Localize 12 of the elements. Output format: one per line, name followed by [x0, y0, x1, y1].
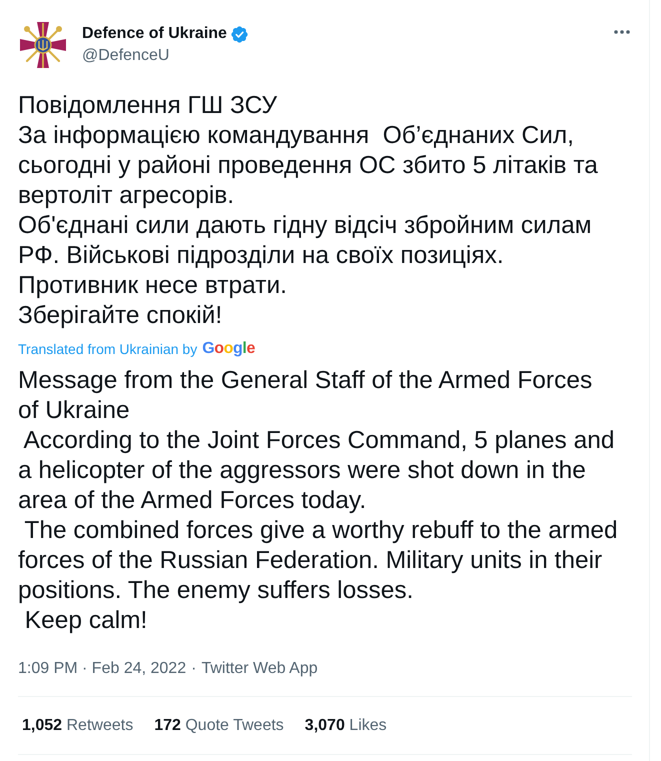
- stat-link[interactable]: 1,052 Retweets: [22, 716, 134, 736]
- tweet-text: Повідомлення ГШ ЗСУ За інформацією командування Об’єднаних Сил, сьогодні у районі проведення ОС збито 5 літаків та вертоліт агресорів. Об'єднані сили дають гідну відсіч збройним силам РФ. Військові підрозділи на своїх позиціях. Противник несе втрати. Зберігайте спокій!: [18, 91, 599, 331]
- stat-link[interactable]: 172 Quote Tweets: [154, 716, 284, 736]
- author-handle[interactable]: @DefenceU: [82, 46, 170, 66]
- emblem-avatar-icon[interactable]: [18, 20, 68, 70]
- timestamp-link[interactable]: 1:09 PM · Feb 24, 2022: [18, 659, 186, 679]
- google-logo: Google: [202, 339, 255, 359]
- translated-text: Message from the General Staff of the Armed Forces of Ukraine According to the Joint Forces Command, 5 planes and a helicopter of the aggressors were shot down in the area of the Armed Forces today. The combined forces give a worthy rebuff to the armed forces of the Russian Federation. Military units in their positions. The enemy suffers losses. Keep calm!: [18, 366, 619, 636]
- separator-dot: ·: [191, 659, 196, 679]
- stat-link[interactable]: 3,070 Likes: [304, 716, 387, 736]
- author-name[interactable]: Defence of Ukraine: [82, 24, 227, 44]
- source-link[interactable]: Twitter Web App: [201, 659, 318, 679]
